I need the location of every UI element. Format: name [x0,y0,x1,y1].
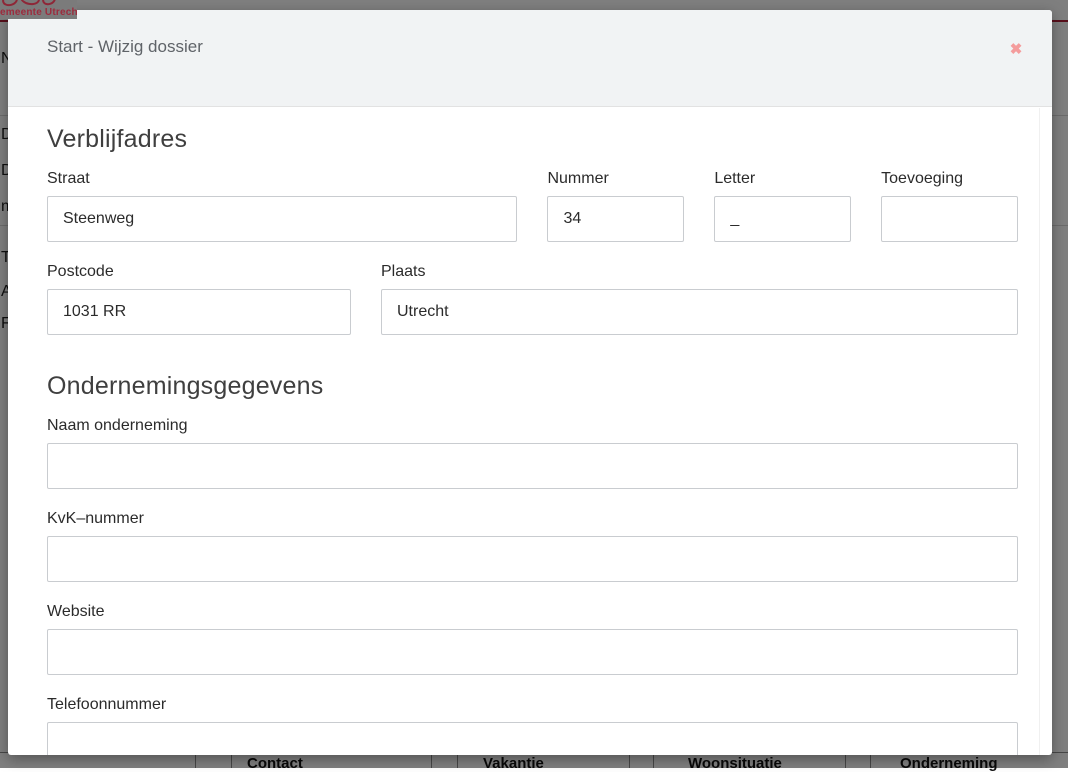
section-heading-ondernemingsgegevens: Ondernemingsgegevens [47,372,1018,401]
letter-label: Letter [714,170,851,188]
logo-crest-icon [41,0,58,7]
kvk-nummer-input[interactable] [47,536,1018,582]
naam-onderneming-field: Naam onderneming [47,417,1018,489]
wijzig-dossier-modal: Start - Wijzig dossier ✖ Verblijfadres S… [8,10,1052,755]
website-input[interactable] [47,629,1018,675]
nummer-field: Nummer [547,170,684,242]
modal-scroll-gutter [1039,108,1040,755]
plaats-label: Plaats [381,263,1018,281]
website-label: Website [47,603,1018,621]
postcode-label: Postcode [47,263,351,281]
plaats-input[interactable] [381,289,1018,335]
telefoonnummer-label: Telefoonnummer [47,696,1018,714]
modal-body: Verblijfadres Straat Nummer Letter Toevo… [8,107,1052,755]
close-icon[interactable]: ✖ [1004,38,1028,62]
section-heading-verblijfadres: Verblijfadres [47,125,1018,154]
nummer-input[interactable] [547,196,684,242]
naam-onderneming-input[interactable] [47,443,1018,489]
letter-field: Letter [714,170,851,242]
modal-title: Start - Wijzig dossier [47,37,203,57]
logo-crest-icon [19,0,41,7]
toevoeging-field: Toevoeging [881,170,1018,242]
kvk-nummer-field: KvK–nummer [47,510,1018,582]
postcode-row: Postcode Plaats [47,263,1018,356]
toevoeging-input[interactable] [881,196,1018,242]
kvk-nummer-label: KvK–nummer [47,510,1018,528]
toevoeging-label: Toevoeging [881,170,1018,188]
website-field: Website [47,603,1018,675]
straat-field: Straat [47,170,517,242]
postcode-input[interactable] [47,289,351,335]
straat-label: Straat [47,170,517,188]
nummer-label: Nummer [547,170,684,188]
modal-header: Start - Wijzig dossier ✖ [8,10,1052,107]
straat-input[interactable] [47,196,517,242]
logo-text: Gemeente Utrecht [0,7,77,18]
gemeente-utrecht-logo: Gemeente Utrecht [0,0,77,19]
plaats-field: Plaats [381,263,1018,335]
letter-input[interactable] [714,196,851,242]
telefoonnummer-input[interactable] [47,722,1018,755]
naam-onderneming-label: Naam onderneming [47,417,1018,435]
telefoonnummer-field: Telefoonnummer [47,696,1018,755]
address-row: Straat Nummer Letter Toevoeging [47,170,1018,263]
postcode-field: Postcode [47,263,351,335]
